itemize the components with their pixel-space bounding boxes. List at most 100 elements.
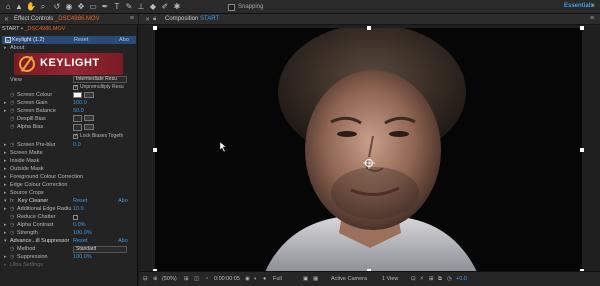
flowchart-icon[interactable]: ⧉ bbox=[438, 276, 442, 283]
grid-guides-icon[interactable]: ⊞ bbox=[184, 276, 189, 283]
type-tool-icon[interactable]: T bbox=[112, 2, 122, 12]
expand-twirl-icon[interactable]: ▸ bbox=[4, 253, 7, 261]
pan-behind-tool-icon[interactable]: ✥ bbox=[76, 2, 86, 12]
effect-header-keylight[interactable]: fx Keylight (1.2) Reset Abo bbox=[2, 36, 136, 44]
stopwatch-icon[interactable]: ◷ bbox=[10, 123, 14, 131]
region-of-interest-icon[interactable]: ▣ bbox=[303, 276, 308, 283]
stopwatch-icon[interactable]: ◷ bbox=[10, 141, 14, 149]
snapping-toggle[interactable]: Snapping bbox=[228, 3, 263, 11]
fast-preview-icon[interactable]: ⚡︎ bbox=[420, 276, 424, 283]
group-edge-colour-correction[interactable]: ▸ Edge Colour Correction bbox=[0, 181, 138, 189]
show-snapshot-icon[interactable]: ◐ bbox=[254, 276, 257, 283]
current-time[interactable]: 0:00:00:05 bbox=[214, 276, 240, 283]
layer-handle-top-left[interactable] bbox=[153, 26, 157, 30]
workspace-essentials[interactable]: Essentials bbox=[564, 3, 594, 9]
layer-handle-top-right[interactable] bbox=[580, 26, 584, 30]
magnification-icon[interactable]: ⊕ bbox=[153, 276, 158, 283]
stopwatch-icon[interactable]: ◷ bbox=[10, 245, 14, 253]
expand-twirl-icon[interactable]: ▸ bbox=[4, 141, 7, 149]
alpha-bias-swatch[interactable] bbox=[73, 124, 82, 131]
expand-twirl-icon[interactable]: ▸ bbox=[4, 181, 7, 189]
color-channel-icon[interactable]: ● bbox=[263, 276, 266, 283]
layer-handle-middle-right[interactable] bbox=[580, 148, 584, 152]
close-icon[interactable]: ✕ bbox=[145, 16, 150, 23]
clone-stamp-tool-icon[interactable]: ⊥ bbox=[136, 2, 146, 12]
toggle-pixel-aspect-icon[interactable]: ⊡ bbox=[411, 276, 416, 283]
expand-twirl-icon[interactable]: ▸ bbox=[4, 261, 7, 269]
group-source-crops[interactable]: ▸ Source Crops bbox=[0, 189, 138, 197]
expand-twirl-icon[interactable]: ▸ bbox=[4, 149, 7, 157]
group-foreground-colour-correction[interactable]: ▸ Foreground Colour Correction bbox=[0, 173, 138, 181]
panel-menu-icon[interactable]: ≡ bbox=[590, 15, 594, 22]
mask-visibility-icon[interactable]: ◫ bbox=[194, 276, 199, 283]
screen-preblur-value[interactable]: 0.0 bbox=[73, 141, 81, 149]
camera-view-dropdown[interactable]: Active Camera bbox=[331, 276, 367, 283]
stopwatch-icon[interactable]: ◷ bbox=[10, 115, 14, 123]
alpha-contrast-value[interactable]: 0.0% bbox=[73, 221, 86, 229]
keylight-reset-link[interactable]: Reset bbox=[74, 36, 88, 44]
zoom-tool-icon[interactable]: ⌕ bbox=[38, 2, 48, 12]
layer-handle-middle-left[interactable] bbox=[153, 148, 157, 152]
suppression-value[interactable]: 100.0% bbox=[73, 253, 92, 261]
eyedropper-icon[interactable] bbox=[84, 115, 94, 121]
expand-twirl-icon[interactable]: ▸ bbox=[4, 205, 7, 213]
keylight-about-link[interactable]: Abo bbox=[119, 36, 129, 44]
transparency-grid-icon[interactable]: ▦ bbox=[313, 276, 318, 283]
lock-icon[interactable]: 🔒︎ bbox=[153, 16, 156, 23]
magnification-dropdown[interactable]: (50%) bbox=[162, 276, 177, 283]
roto-brush-tool-icon[interactable]: ✐ bbox=[160, 2, 170, 12]
puppet-tool-icon[interactable]: ✱ bbox=[172, 2, 182, 12]
expand-twirl-icon[interactable]: ▸ bbox=[4, 173, 7, 181]
home-icon[interactable]: ⌂ bbox=[3, 2, 13, 12]
reduce-chatter-checkbox[interactable] bbox=[73, 215, 78, 220]
resolution-dropdown[interactable]: Full bbox=[273, 276, 282, 283]
expand-twirl-icon[interactable]: ▸ bbox=[4, 44, 7, 52]
stopwatch-icon[interactable]: ◷ bbox=[10, 253, 14, 261]
stopwatch-icon[interactable]: ◷ bbox=[10, 221, 14, 229]
expand-twirl-icon[interactable]: ▸ bbox=[4, 107, 7, 115]
panel-menu-icon[interactable]: ≡ bbox=[130, 15, 134, 22]
eyedropper-icon[interactable] bbox=[84, 92, 94, 98]
effect-controls-tab[interactable]: ✕ Effect Controls _DSC4986.MOV ≡ bbox=[0, 14, 138, 25]
method-dropdown[interactable]: Standard bbox=[73, 246, 127, 253]
timeline-icon[interactable]: ⊞ bbox=[429, 276, 434, 283]
about-row[interactable]: ▸ About bbox=[0, 44, 138, 52]
additional-edge-radius-value[interactable]: 10.0 bbox=[73, 205, 84, 213]
collapse-twirl-icon[interactable]: ▾ bbox=[4, 237, 7, 245]
composition-tab[interactable]: ✕ 🔒︎ Composition START ≡ bbox=[139, 14, 600, 25]
reset-exposure-icon[interactable]: ◷ bbox=[447, 276, 452, 283]
stopwatch-icon[interactable]: ◷ bbox=[10, 99, 14, 107]
stopwatch-icon[interactable]: ◷ bbox=[10, 91, 14, 99]
expand-twirl-icon[interactable]: ▸ bbox=[4, 229, 7, 237]
collapse-twirl-icon[interactable]: ▾ bbox=[4, 197, 7, 205]
rotate-tool-icon[interactable]: ↺ bbox=[52, 2, 62, 12]
eraser-tool-icon[interactable]: ◆ bbox=[148, 2, 158, 12]
composition-viewer[interactable] bbox=[155, 28, 582, 272]
snapping-checkbox[interactable] bbox=[228, 3, 235, 11]
group-ultra-settings[interactable]: ▸ Ultra Settings bbox=[0, 261, 138, 269]
always-preview-icon[interactable]: ⊟ bbox=[143, 276, 148, 283]
expand-twirl-icon[interactable]: ▸ bbox=[4, 221, 7, 229]
fx-toggle-icon[interactable]: fx bbox=[5, 37, 11, 43]
group-screen-matte[interactable]: ▸ Screen Matte bbox=[0, 149, 138, 157]
screen-gain-value[interactable]: 100.0 bbox=[73, 99, 87, 107]
screen-colour-swatch[interactable] bbox=[73, 92, 82, 98]
strength-value[interactable]: 100.0% bbox=[73, 229, 92, 237]
suppressor-about-link[interactable]: Abo bbox=[118, 237, 128, 245]
layer-handle-top-center[interactable] bbox=[367, 26, 371, 30]
suppressor-reset-link[interactable]: Reset bbox=[73, 237, 87, 245]
expand-twirl-icon[interactable]: ▸ bbox=[4, 157, 7, 165]
view-dropdown[interactable]: Intermediate Resu bbox=[73, 76, 127, 83]
screen-balance-value[interactable]: 50.0 bbox=[73, 107, 84, 115]
snapshot-icon[interactable]: ◉ bbox=[245, 276, 250, 283]
workspace-more-icon[interactable]: » bbox=[591, 2, 595, 9]
stopwatch-icon[interactable]: ◷ bbox=[10, 107, 14, 115]
effect-header-key-cleaner[interactable]: ▾ fx Key Cleaner Reset Abo bbox=[0, 197, 138, 205]
key-cleaner-about-link[interactable]: Abo bbox=[118, 197, 128, 205]
stopwatch-icon[interactable]: ◷ bbox=[10, 229, 14, 237]
key-cleaner-reset-link[interactable]: Reset bbox=[73, 197, 87, 205]
view-layout-dropdown[interactable]: 1 View bbox=[382, 276, 398, 283]
timecode-camera-icon[interactable]: ◔ bbox=[205, 276, 208, 283]
eyedropper-icon[interactable] bbox=[84, 124, 94, 130]
stopwatch-icon[interactable]: ◷ bbox=[10, 213, 14, 221]
